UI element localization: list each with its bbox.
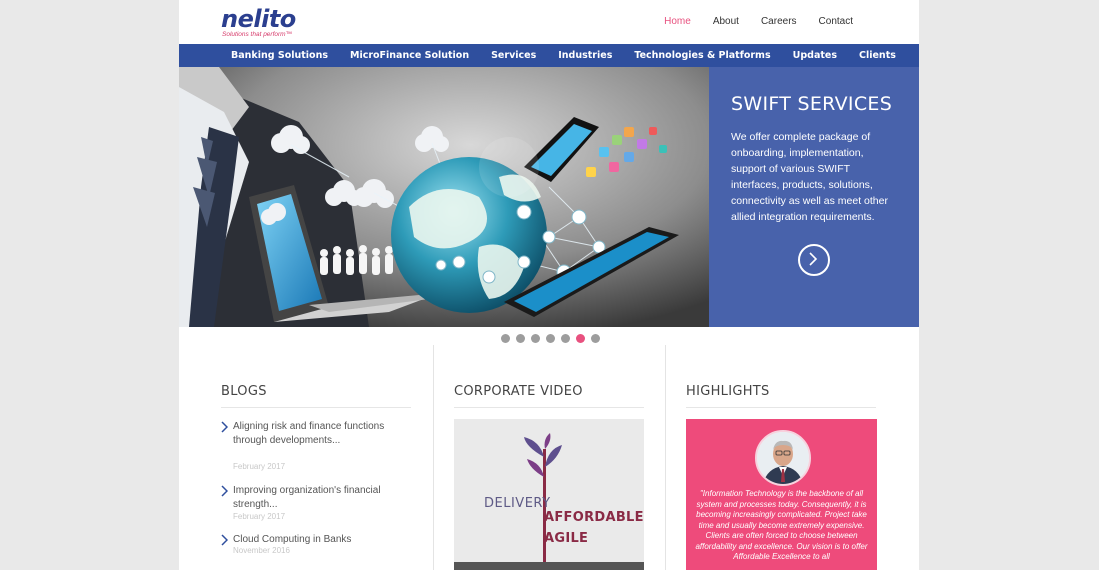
blogs-rule: [221, 407, 411, 408]
nav-home[interactable]: Home: [664, 16, 691, 27]
person-photo: [757, 432, 809, 484]
hero-image: [179, 67, 709, 327]
slider-dot-1[interactable]: [501, 334, 510, 343]
logo-tagline: Solutions that perform™: [222, 31, 293, 38]
blog-date: February 2017: [233, 512, 286, 521]
logo-wordmark: nelito: [221, 5, 296, 33]
slider-dot-5[interactable]: [561, 334, 570, 343]
video-control-bar: [454, 562, 644, 570]
blog-item: Aligning risk and finance functions thro…: [221, 420, 401, 471]
main-nav-banking-solutions[interactable]: Banking Solutions: [231, 50, 328, 61]
main-nav-microfinance-solution[interactable]: MicroFinance Solution: [350, 50, 469, 61]
chevron-right-icon: [221, 485, 228, 497]
avatar: [755, 430, 811, 486]
slider-dot-6[interactable]: [576, 334, 585, 343]
video-affordable-text: AFFORDABLE: [544, 510, 644, 525]
slider-dot-2[interactable]: [516, 334, 525, 343]
nav-about[interactable]: About: [713, 16, 739, 27]
slider-dot-7[interactable]: [591, 334, 600, 343]
main-nav-clients[interactable]: Clients: [859, 50, 896, 61]
header: nelito Solutions that perform™ Home Abou…: [179, 0, 919, 44]
blogs-heading: BLOGS: [221, 384, 267, 399]
video-delivery-text: DELIVERY: [484, 496, 551, 511]
highlights-heading: HIGHLIGHTS: [686, 384, 770, 399]
blog-link[interactable]: Improving organization's financial stren…: [233, 484, 393, 512]
blog-item: Cloud Computing in Banks November 2016: [221, 533, 401, 563]
main-nav-services[interactable]: Services: [491, 50, 536, 61]
hero-title: SWIFT SERVICES: [731, 93, 893, 115]
main-nav-industries[interactable]: Industries: [558, 50, 612, 61]
chevron-right-icon: [809, 252, 818, 266]
highlight-quote: "Information Technology is the backbone …: [695, 489, 868, 561]
hero-slider: SWIFT SERVICES We offer complete package…: [179, 67, 919, 327]
column-divider: [665, 345, 666, 570]
blog-item: Improving organization's financial stren…: [221, 484, 401, 524]
blog-link[interactable]: Aligning risk and finance functions thro…: [233, 420, 393, 448]
hero-next-button[interactable]: [798, 244, 830, 276]
corporate-video[interactable]: DELIVERY AFFORDABLE AGILE: [454, 419, 644, 570]
blog-date: November 2016: [233, 546, 290, 555]
slider-dot-3[interactable]: [531, 334, 540, 343]
column-divider: [433, 345, 434, 570]
top-nav: Home About Careers Contact: [664, 16, 853, 27]
highlight-card: "Information Technology is the backbone …: [686, 419, 877, 570]
nav-careers[interactable]: Careers: [761, 16, 797, 27]
leaf-logo-icon: [524, 433, 562, 562]
video-rule: [454, 407, 644, 408]
chevron-right-icon: [221, 534, 228, 546]
chevron-right-icon: [221, 421, 228, 433]
nelito-logo[interactable]: nelito Solutions that perform™: [221, 6, 321, 40]
slider-dot-4[interactable]: [546, 334, 555, 343]
corporate-video-heading: CORPORATE VIDEO: [454, 384, 583, 399]
main-nav-technologies-platforms[interactable]: Technologies & Platforms: [634, 50, 770, 61]
hero-panel: SWIFT SERVICES We offer complete package…: [709, 67, 919, 327]
video-agile-text: AGILE: [544, 531, 589, 546]
highlights-rule: [686, 407, 876, 408]
slider-dots: [501, 334, 600, 343]
nav-contact[interactable]: Contact: [819, 16, 853, 27]
hero-description: We offer complete package of onboarding,…: [731, 131, 888, 223]
main-nav-updates[interactable]: Updates: [793, 50, 837, 61]
main-nav: Banking Solutions MicroFinance Solution …: [179, 44, 919, 67]
page: nelito Solutions that perform™ Home Abou…: [179, 0, 919, 570]
blog-link[interactable]: Cloud Computing in Banks: [233, 533, 393, 547]
blog-date: February 2017: [233, 462, 286, 471]
